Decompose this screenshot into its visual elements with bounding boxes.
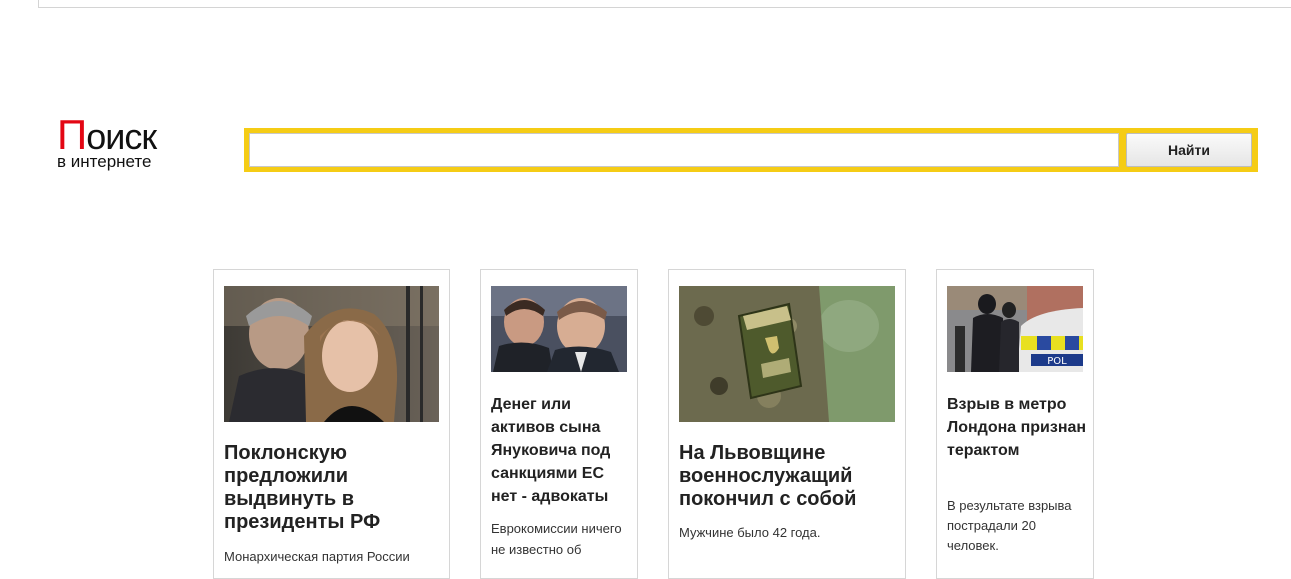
- news-headline[interactable]: Денег или активов сына Януковича под сан…: [491, 393, 631, 508]
- news-image[interactable]: [679, 286, 895, 422]
- search-input[interactable]: [249, 133, 1119, 167]
- logo-first-letter: П: [57, 111, 87, 158]
- browser-top-edge: [0, 0, 1291, 10]
- svg-text:POL: POL: [1047, 356, 1067, 367]
- news-headline[interactable]: Поклонскую предложили выдвинуть в презид…: [224, 442, 439, 534]
- search-bar: Найти: [244, 128, 1258, 172]
- news-card[interactable]: Поклонскую предложили выдвинуть в презид…: [213, 269, 450, 579]
- news-summary: Монархическая партия России: [224, 549, 410, 564]
- news-card[interactable]: Денег или активов сына Януковича под сан…: [480, 269, 638, 579]
- news-image[interactable]: [491, 286, 627, 372]
- logo-wordmark: Поиск: [57, 114, 157, 157]
- site-logo[interactable]: Поиск в интернете: [57, 114, 187, 176]
- top-frame-border: [38, 0, 1291, 8]
- logo-rest-letters: оиск: [86, 116, 157, 157]
- news-summary: Еврокомиссии ничего не известно об: [491, 521, 622, 557]
- logo-subtitle: в интернете: [57, 152, 152, 171]
- news-image[interactable]: [224, 286, 439, 422]
- news-image[interactable]: POL: [947, 286, 1083, 372]
- news-card[interactable]: POL Взрыв в метро Лондона признан теракт…: [936, 269, 1094, 579]
- news-card[interactable]: На Львовщине военнослужащий покончил с с…: [668, 269, 906, 579]
- news-headline[interactable]: Взрыв в метро Лондона признан терактом: [947, 393, 1087, 462]
- news-summary: Мужчине было 42 года.: [679, 525, 821, 540]
- news-summary: В результате взрыва пострадали 20 челове…: [947, 498, 1072, 553]
- search-button[interactable]: Найти: [1126, 133, 1252, 167]
- news-headline[interactable]: На Львовщине военнослужащий покончил с с…: [679, 442, 895, 511]
